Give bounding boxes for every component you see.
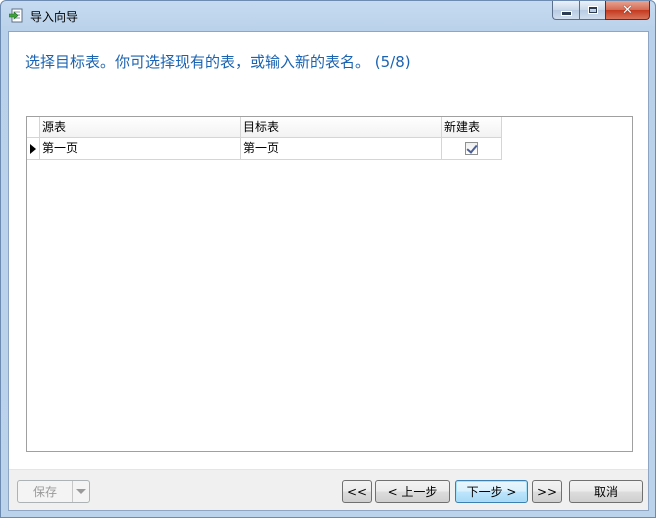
back-button[interactable]: < 上一步 [375,480,450,503]
column-header-new-table[interactable]: 新建表 [442,117,502,138]
title-bar[interactable]: 导入向导 ✕ [1,1,655,29]
window-title: 导入向导 [30,10,79,24]
close-icon: ✕ [622,2,633,18]
window-controls: ✕ [552,1,650,20]
minimize-button[interactable] [552,1,579,20]
wizard-footer: 保存 << < 上一步 下一步 > >> 取消 [9,470,648,510]
import-wizard-window: 导入向导 ✕ 选择目标表。你可选择现有的表，或输入新的表名。 (5/8) 源表 … [0,0,656,518]
cancel-button[interactable]: 取消 [569,480,643,503]
table-mapping-grid[interactable]: 源表 目标表 新建表 第一页 第一页 [26,116,633,452]
wizard-content: 选择目标表。你可选择现有的表，或输入新的表名。 (5/8) 源表 目标表 新建表… [8,31,649,511]
row-selector[interactable] [27,138,40,160]
maximize-button[interactable] [579,1,605,20]
last-step-button[interactable]: >> [532,480,562,503]
grid-corner [27,117,40,138]
save-dropdown[interactable] [72,481,89,502]
source-table-cell[interactable]: 第一页 [40,138,241,160]
column-header-source[interactable]: 源表 [40,117,241,138]
page-title: 选择目标表。你可选择现有的表，或输入新的表名。 (5/8) [25,53,411,71]
current-row-icon [30,144,36,154]
new-table-checkbox[interactable] [465,142,478,155]
grid-header: 源表 目标表 新建表 [27,117,502,138]
maximize-icon [587,6,598,14]
save-button[interactable]: 保存 [17,480,90,503]
minimize-icon [560,10,572,16]
save-label: 保存 [32,485,57,499]
close-button[interactable]: ✕ [605,1,650,20]
chevron-down-icon [76,489,86,494]
target-table-cell[interactable]: 第一页 [241,138,442,160]
new-table-cell[interactable] [442,138,502,160]
table-row[interactable]: 第一页 第一页 [27,138,502,160]
import-wizard-icon [8,8,24,23]
column-header-target[interactable]: 目标表 [241,117,442,138]
next-button[interactable]: 下一步 > [455,480,528,503]
first-step-button[interactable]: << [342,480,372,503]
